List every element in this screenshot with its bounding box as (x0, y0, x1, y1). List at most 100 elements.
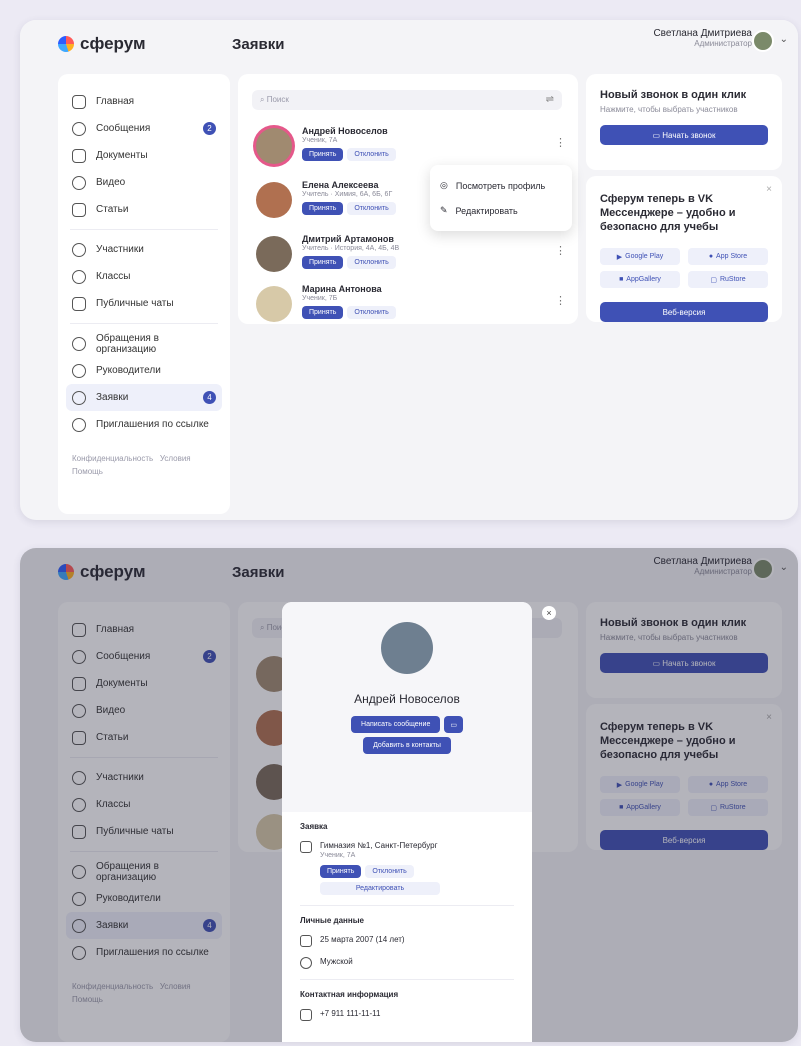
context-menu: ◎ Посмотреть профиль ✎ Редактировать (430, 165, 572, 231)
person-icon (300, 957, 312, 969)
logo-icon (58, 36, 74, 52)
edit-menu-item[interactable]: ✎ Редактировать (440, 198, 562, 223)
school-icon (300, 841, 312, 853)
camera-icon: ▭ (450, 721, 457, 729)
grid-icon (72, 94, 86, 109)
sidebar-item-video[interactable]: Видео (66, 169, 222, 196)
appeal-icon (72, 336, 86, 351)
google-play-icon: ▶ (616, 253, 623, 261)
sidebar-item-documents[interactable]: Документы (66, 142, 222, 169)
sidebar-item-messages[interactable]: Сообщения 2 (66, 115, 222, 142)
accept-button[interactable]: Принять (302, 202, 344, 215)
sidebar-item-articles[interactable]: Статьи (66, 196, 222, 223)
school-subtitle: Ученик, 7А (320, 852, 356, 859)
users-icon (72, 242, 86, 257)
profile-modal: Андрей Новоселов Написать сообщение ▭ До… (282, 602, 532, 1042)
search-icon: ⌕ (260, 95, 267, 104)
contact-section: Контактная информация +7 911 111-11-11 (282, 980, 532, 1021)
sidebar-item-home[interactable]: Главная (66, 88, 222, 115)
add-contact-button[interactable]: Добавить в контакты (363, 737, 451, 754)
app-store-button[interactable]: ● App Store (688, 248, 768, 265)
reject-button[interactable]: Отклонить (365, 865, 414, 878)
topbar: сферум Заявки Светлана Дмитриева Админист… (20, 20, 798, 78)
screen-requests-list: сферум Заявки Светлана Дмитриева Админист… (20, 20, 798, 520)
profile-header: Андрей Новоселов Написать сообщение ▭ До… (282, 602, 532, 812)
terms-link[interactable]: Условия (160, 454, 191, 463)
divider (70, 229, 218, 230)
start-call-button[interactable]: ▭ Начать звонок (600, 125, 768, 145)
profile-name: Андрей Новоселов (354, 692, 460, 706)
request-name[interactable]: Дмитрий Артамонов (302, 234, 394, 244)
help-link[interactable]: Помощь (72, 467, 103, 476)
view-profile-menu-item[interactable]: ◎ Посмотреть профиль (440, 173, 562, 198)
user-info[interactable]: Светлана Дмитриева Администратор (653, 28, 752, 48)
privacy-link[interactable]: Конфиденциальность (72, 454, 153, 463)
accept-button[interactable]: Принять (320, 865, 362, 878)
apple-icon: ● (708, 253, 714, 260)
public-chat-icon (72, 296, 86, 311)
search-input[interactable]: ⌕ Поиск ⇌ (252, 90, 562, 110)
more-icon[interactable]: ⋮ (555, 294, 566, 307)
pencil-icon: ✎ (440, 205, 448, 215)
more-icon[interactable]: ⋮ (555, 244, 566, 257)
divider (70, 323, 218, 324)
avatar[interactable] (256, 236, 292, 272)
edit-button[interactable]: Редактировать (320, 882, 440, 895)
avatar[interactable] (256, 128, 292, 164)
class-icon (72, 269, 86, 284)
badge: 4 (203, 391, 216, 404)
reject-button[interactable]: Отклонить (347, 148, 396, 161)
video-call-button[interactable]: ▭ (444, 716, 463, 733)
sidebar-item-public-chats[interactable]: Публичные чаты (66, 290, 222, 317)
request-name[interactable]: Елена Алексеева (302, 180, 378, 190)
filter-icon[interactable]: ⇌ (546, 94, 554, 105)
accept-button[interactable]: Принять (302, 148, 344, 161)
article-icon (72, 202, 86, 217)
web-version-button[interactable]: Веб-версия (600, 302, 768, 322)
close-icon[interactable]: × (766, 184, 772, 195)
sidebar-item-appeals[interactable]: Обращения в организацию (66, 330, 222, 357)
avatar[interactable] (256, 182, 292, 218)
avatar[interactable] (256, 286, 292, 322)
link-icon (72, 417, 86, 432)
sidebar-item-classes[interactable]: Классы (66, 263, 222, 290)
document-icon (72, 148, 86, 163)
write-message-button[interactable]: Написать сообщение (351, 716, 441, 733)
page-title: Заявки (232, 36, 285, 53)
chat-icon (72, 121, 86, 136)
phone-number[interactable]: +7 911 111-11-11 (320, 1009, 380, 1018)
gender: Мужской (320, 957, 353, 966)
google-play-button[interactable]: ▶ Google Play (600, 248, 680, 265)
avatar[interactable] (752, 30, 774, 52)
reject-button[interactable]: Отклонить (347, 202, 396, 215)
add-user-icon (72, 390, 86, 405)
personal-section: Личные данные 25 марта 2007 (14 лет) Муж… (282, 906, 532, 969)
close-icon[interactable]: × (542, 606, 556, 620)
reject-button[interactable]: Отклонить (347, 256, 396, 269)
reject-button[interactable]: Отклонить (347, 306, 396, 319)
rustore-icon: ▢ (710, 276, 717, 284)
avatar (381, 622, 433, 674)
sidebar-item-invite-links[interactable]: Приглашения по ссылке (66, 411, 222, 438)
more-icon[interactable]: ⋮ (555, 136, 566, 149)
logo[interactable]: сферум (58, 34, 146, 54)
school-name: Гимназия №1, Санкт-Петербург (320, 841, 438, 850)
request-name[interactable]: Марина Антонова (302, 284, 382, 294)
request-subtitle: Учитель · Химия, 6А, 6Б, 6Г (302, 191, 393, 198)
chevron-down-icon[interactable]: ⌄ (780, 34, 788, 45)
camera-icon: ▭ (652, 130, 663, 140)
accept-button[interactable]: Принять (302, 256, 344, 269)
request-name[interactable]: Андрей Новоселов (302, 126, 388, 136)
request-section: Заявка Гимназия №1, Санкт-Петербург Учен… (282, 812, 532, 895)
rustore-button[interactable]: ▢ RuStore (688, 271, 768, 288)
sidebar-item-leaders[interactable]: Руководители (66, 357, 222, 384)
calendar-icon (300, 935, 312, 947)
sidebar-item-requests[interactable]: Заявки 4 (66, 384, 222, 411)
sidebar-item-members[interactable]: Участники (66, 236, 222, 263)
request-subtitle: Ученик, 7Б (302, 295, 338, 302)
appgallery-button[interactable]: ■ AppGallery (600, 271, 680, 288)
profile-icon: ◎ (440, 180, 448, 190)
accept-button[interactable]: Принять (302, 306, 344, 319)
birthday: 25 марта 2007 (14 лет) (320, 935, 405, 944)
phone-icon (300, 1009, 312, 1021)
